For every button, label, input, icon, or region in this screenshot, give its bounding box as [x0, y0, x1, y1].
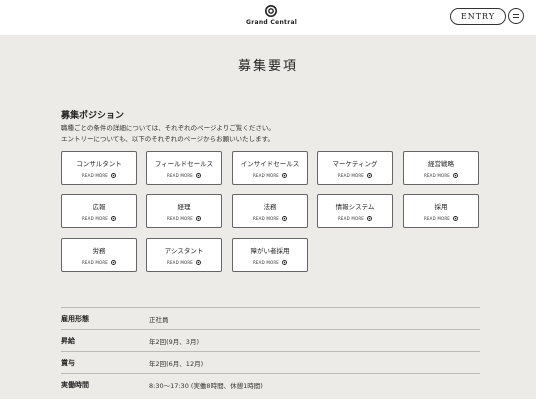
info-row: 雇用形態 正社員 — [61, 307, 480, 329]
read-more-label: READ MORE — [166, 260, 194, 265]
read-more-label: READ MORE — [81, 260, 109, 265]
position-card-title: 法務 — [263, 203, 277, 211]
read-more-label: READ MORE — [166, 216, 194, 221]
position-card[interactable]: アシスタント READ MORE — [146, 238, 222, 272]
position-card-title: コンサルタント — [76, 160, 122, 168]
read-more-label: READ MORE — [337, 216, 365, 221]
position-card-title: 採用 — [434, 203, 448, 211]
section-title: 募集ポジション — [61, 111, 125, 121]
arrow-circle-icon — [453, 216, 458, 221]
hamburger-icon — [513, 14, 519, 15]
read-more-label: READ MORE — [81, 173, 109, 178]
position-card[interactable]: 経営戦略 READ MORE — [403, 151, 479, 185]
arrow-circle-icon — [367, 216, 372, 221]
info-value: 年2回(6月、12月) — [149, 360, 204, 368]
entry-button[interactable]: ENTRY — [450, 8, 506, 25]
position-card-title: 障がい者採用 — [250, 247, 290, 255]
read-more-label: READ MORE — [337, 173, 365, 178]
read-more-link[interactable]: READ MORE — [404, 173, 478, 178]
position-card[interactable]: 経理 READ MORE — [146, 194, 222, 228]
arrow-circle-icon — [453, 173, 458, 178]
arrow-circle-icon — [367, 173, 372, 178]
position-card-title: 経営戦略 — [428, 160, 454, 168]
info-table: 雇用形態 正社員昇給 年2回(9月、3月) 賞与 年2回(6月、12月) 実働時間 8:30… — [61, 307, 480, 395]
position-card-title: フィールドセールス — [154, 160, 214, 168]
read-more-label: READ MORE — [166, 173, 194, 178]
read-more-link[interactable]: READ MORE — [147, 173, 221, 178]
menu-button[interactable] — [508, 8, 524, 24]
read-more-label: READ MORE — [252, 216, 280, 221]
info-row: 賞与 年2回(6月、12月) — [61, 351, 480, 373]
info-row: 昇給 年2回(9月、3月) — [61, 329, 480, 351]
position-card[interactable]: フィールドセールス READ MORE — [146, 151, 222, 185]
read-more-link[interactable]: READ MORE — [233, 216, 307, 221]
position-card[interactable]: 法務 READ MORE — [232, 194, 308, 228]
position-card[interactable]: 情報システム READ MORE — [317, 194, 393, 228]
read-more-link[interactable]: READ MORE — [62, 216, 136, 221]
site-logo[interactable]: Grand Central — [246, 5, 298, 31]
position-card-title: 広報 — [92, 203, 106, 211]
read-more-link[interactable]: READ MORE — [147, 216, 221, 221]
description-line: 職種ごとの条件の詳細については、それぞれのページよりご覧ください。 — [61, 124, 275, 132]
read-more-link[interactable]: READ MORE — [233, 173, 307, 178]
position-card-title: 情報システム — [335, 203, 375, 211]
info-value: 8:30〜17:30 (実働8時間、休憩1時間) — [149, 382, 263, 390]
position-card-title: 経理 — [177, 203, 191, 211]
hamburger-icon — [513, 17, 519, 18]
position-card-title: マーケティング — [332, 160, 378, 168]
arrow-circle-icon — [111, 216, 116, 221]
read-more-link[interactable]: READ MORE — [318, 216, 392, 221]
read-more-link[interactable]: READ MORE — [404, 216, 478, 221]
position-card-title: 労務 — [92, 247, 106, 255]
position-card[interactable]: 障がい者採用 READ MORE — [232, 238, 308, 272]
info-label: 実働時間 — [61, 381, 89, 389]
read-more-link[interactable]: READ MORE — [233, 260, 307, 265]
logo-mark-icon — [265, 5, 277, 17]
page-title: 募集要項 — [237, 59, 298, 74]
position-card[interactable]: 採用 READ MORE — [403, 194, 479, 228]
read-more-label: READ MORE — [423, 173, 451, 178]
arrow-circle-icon — [196, 173, 201, 178]
arrow-circle-icon — [111, 260, 116, 265]
arrow-circle-icon — [111, 173, 116, 178]
info-value: 正社員 — [149, 316, 169, 324]
description-line: エントリーについても、以下のそれぞれのページからお願いいたします。 — [61, 135, 275, 143]
info-value: 年2回(9月、3月) — [149, 338, 199, 346]
arrow-circle-icon — [282, 260, 287, 265]
position-card[interactable]: 広報 READ MORE — [61, 194, 137, 228]
position-card[interactable]: コンサルタント READ MORE — [61, 151, 137, 185]
logo-text: Grand Central — [246, 19, 298, 26]
position-card-title: アシスタント — [164, 247, 204, 255]
position-card-title: インサイドセールス — [240, 160, 300, 168]
position-card[interactable]: インサイドセールス READ MORE — [232, 151, 308, 185]
arrow-circle-icon — [196, 260, 201, 265]
info-label: 昇給 — [61, 337, 75, 345]
read-more-label: READ MORE — [252, 260, 280, 265]
site-header: Grand Central ENTRY — [0, 0, 536, 35]
read-more-link[interactable]: READ MORE — [318, 173, 392, 178]
arrow-circle-icon — [282, 173, 287, 178]
read-more-label: READ MORE — [252, 173, 280, 178]
read-more-link[interactable]: READ MORE — [147, 260, 221, 265]
arrow-circle-icon — [196, 216, 201, 221]
read-more-link[interactable]: READ MORE — [62, 260, 136, 265]
read-more-label: READ MORE — [423, 216, 451, 221]
info-row: 実働時間 8:30〜17:30 (実働8時間、休憩1時間) — [61, 373, 480, 395]
position-card[interactable]: 労務 READ MORE — [61, 238, 137, 272]
arrow-circle-icon — [282, 216, 287, 221]
info-label: 賞与 — [61, 359, 75, 367]
info-label: 雇用形態 — [61, 315, 89, 323]
position-card[interactable]: マーケティング READ MORE — [317, 151, 393, 185]
section-description: 職種ごとの条件の詳細については、それぞれのページよりご覧ください。 エントリーに… — [61, 123, 275, 145]
read-more-link[interactable]: READ MORE — [62, 173, 136, 178]
read-more-label: READ MORE — [81, 216, 109, 221]
